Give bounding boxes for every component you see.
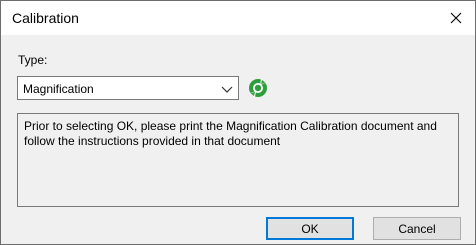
calibration-dialog: Calibration Type: Magnification Prior to… bbox=[0, 0, 476, 245]
cancel-button[interactable]: Cancel bbox=[373, 217, 461, 240]
title-bar: Calibration bbox=[1, 1, 475, 35]
type-dropdown-value: Magnification bbox=[23, 82, 94, 96]
close-icon bbox=[450, 12, 462, 24]
ok-button[interactable]: OK bbox=[266, 217, 354, 240]
dialog-title: Calibration bbox=[12, 10, 79, 26]
instructions-text: Prior to selecting OK, please print the … bbox=[24, 119, 437, 148]
type-label: Type: bbox=[18, 53, 48, 67]
close-button[interactable] bbox=[441, 3, 471, 33]
chevron-down-icon bbox=[221, 86, 233, 93]
instructions-box: Prior to selecting OK, please print the … bbox=[17, 113, 459, 207]
refresh-button[interactable] bbox=[246, 76, 270, 100]
type-dropdown[interactable]: Magnification bbox=[17, 76, 239, 100]
refresh-icon bbox=[249, 79, 267, 97]
